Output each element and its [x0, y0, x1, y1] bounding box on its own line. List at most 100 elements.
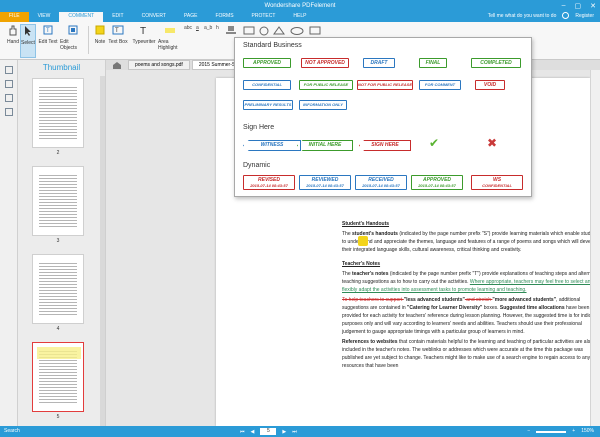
- zoom-slider[interactable]: [536, 431, 567, 433]
- bookmark-icon[interactable]: [4, 80, 13, 88]
- strikeout-tool[interactable]: abc: [184, 25, 192, 31]
- stamp-for-public-release[interactable]: FOR PUBLIC RELEASE: [299, 80, 353, 90]
- stamp-icon: [226, 26, 236, 34]
- home-icon[interactable]: [112, 61, 122, 69]
- stamp-preliminary-results[interactable]: PRELIMINARY RESULTS: [243, 100, 293, 110]
- stamp-not-approved[interactable]: NOT APPROVED: [301, 58, 349, 68]
- cross-mark-icon[interactable]: ✖: [487, 136, 497, 150]
- stamp-information-only[interactable]: INFORMATION ONLY: [299, 100, 347, 110]
- stamp-draft[interactable]: DRAFT: [363, 58, 395, 68]
- note-button[interactable]: Note: [93, 24, 107, 58]
- text-box-icon: T: [112, 25, 124, 35]
- section-standard-business: Standard Business: [243, 42, 302, 49]
- page-number-input[interactable]: 5: [260, 428, 277, 435]
- sign-sign-here[interactable]: SIGN HERE: [359, 140, 411, 151]
- section-dynamic: Dynamic: [243, 162, 271, 169]
- document-scrollbar[interactable]: [590, 70, 600, 426]
- sign-initial-here[interactable]: INITIAL HERE: [297, 140, 353, 151]
- next-page-icon[interactable]: ▶: [282, 429, 286, 435]
- search-panel-icon[interactable]: [4, 108, 13, 116]
- paragraph: To help teachers to support "less advanc…: [342, 297, 600, 335]
- stamp-dropdown: Standard Business APPROVED NOT APPROVED …: [234, 37, 532, 197]
- svg-text:T: T: [140, 26, 146, 36]
- stamp-completed[interactable]: COMPLETED: [471, 58, 521, 68]
- check-mark-icon[interactable]: ✔: [429, 136, 439, 150]
- tab-convert[interactable]: CONVERT: [133, 12, 175, 22]
- tab-forms[interactable]: FORMS: [206, 12, 242, 22]
- typewriter-icon: T: [140, 26, 146, 36]
- status-search[interactable]: Search: [4, 428, 20, 434]
- comment-list-icon[interactable]: [4, 94, 13, 102]
- highlight-icon: [165, 28, 175, 33]
- heading-students-handouts: Student's Handouts: [342, 221, 390, 227]
- area-highlight-button[interactable]: Area Highlight: [158, 24, 182, 58]
- window-title: Wondershare PDFelement: [264, 3, 336, 9]
- tab-file[interactable]: FILE: [0, 12, 29, 22]
- dynamic-stamp-received[interactable]: RECEIVED 2015-07-14 08:43:57: [355, 175, 407, 190]
- tab-page[interactable]: PAGE: [175, 12, 207, 22]
- search-icon[interactable]: [562, 12, 570, 19]
- tell-me-input[interactable]: Tell me what do you want to do: [488, 13, 557, 19]
- dynamic-stamp-ws-confidential[interactable]: WS CONFIDENTIAL: [471, 175, 523, 190]
- text-box-button[interactable]: T Text Box: [108, 24, 128, 58]
- register-link[interactable]: Register: [575, 13, 594, 19]
- paragraph: The teacher's notes (indicated by the pa…: [342, 271, 600, 293]
- highlight-tool[interactable]: h: [216, 25, 219, 31]
- prev-page-icon[interactable]: ◀: [251, 429, 255, 435]
- typewriter-button[interactable]: T Typewriter: [132, 24, 156, 58]
- page-thumbnail[interactable]: [32, 166, 84, 236]
- page-thumbnail[interactable]: [32, 254, 84, 324]
- select-tool-button[interactable]: Select: [20, 24, 36, 58]
- sticky-note-icon[interactable]: [358, 236, 368, 246]
- page-number: 5: [56, 414, 60, 420]
- shape-tools[interactable]: [242, 26, 352, 36]
- close-button[interactable]: ✕: [590, 2, 596, 10]
- last-page-icon[interactable]: ⏭: [292, 429, 297, 435]
- edit-text-button[interactable]: T Edit Text: [38, 24, 58, 58]
- zoom-out-icon[interactable]: −: [527, 428, 530, 434]
- page-number: 4: [56, 326, 60, 332]
- tab-view[interactable]: VIEW: [29, 12, 60, 22]
- tab-edit[interactable]: EDIT: [103, 12, 132, 22]
- note-icon: [95, 25, 105, 35]
- heading-teachers-notes: Teacher's Notes: [342, 261, 381, 267]
- tab-comment[interactable]: COMMENT: [59, 12, 104, 22]
- svg-text:T: T: [115, 28, 119, 34]
- tab-protect[interactable]: PROTECT: [243, 12, 285, 22]
- stamp-not-for-public-release[interactable]: NOT FOR PUBLIC RELEASE: [357, 80, 413, 90]
- squiggly-tool[interactable]: a_b: [204, 25, 212, 31]
- zoom-level: 150%: [581, 428, 594, 434]
- first-page-icon[interactable]: ⏮: [240, 429, 245, 435]
- underline-tool[interactable]: a: [196, 25, 199, 31]
- stamp-confidential[interactable]: CONFIDENTIAL: [243, 80, 291, 90]
- minimize-button[interactable]: –: [562, 2, 566, 10]
- ribbon-divider: [88, 26, 89, 54]
- stamp-for-comment[interactable]: FOR COMMENT: [419, 80, 461, 90]
- sign-witness[interactable]: WITNESS: [243, 140, 301, 151]
- stamp-approved[interactable]: APPROVED: [243, 58, 291, 68]
- edit-text-icon: T: [43, 25, 53, 35]
- stamp-void[interactable]: VOID: [475, 80, 505, 90]
- edit-objects-button[interactable]: Edit Objects: [60, 24, 86, 58]
- dynamic-stamp-approved[interactable]: APPROVED 2015-07-14 08:43:57: [411, 175, 463, 190]
- stamp-final[interactable]: FINAL: [419, 58, 447, 68]
- thumbnail-title: Thumbnail: [42, 63, 81, 72]
- left-icon-bar: [0, 60, 18, 426]
- page-number: 2: [56, 150, 60, 156]
- dynamic-stamp-reviewed[interactable]: REVIEWED 2015-07-14 08:43:57: [299, 175, 351, 190]
- document-tab[interactable]: poems and songs.pdf: [128, 60, 190, 70]
- dynamic-stamp-revised[interactable]: REVISED 2015-07-14 08:43:57: [243, 175, 295, 190]
- tab-help[interactable]: HELP: [284, 12, 315, 22]
- thumbnail-panel: Thumbnail 2 3 4 5: [18, 60, 106, 426]
- page-number: 3: [56, 238, 60, 244]
- thumbnail-scrollbar[interactable]: [100, 76, 105, 426]
- paragraph: The student's handouts (indicated by the…: [342, 231, 600, 253]
- maximize-button[interactable]: ▢: [575, 2, 582, 10]
- thumbnail-panel-icon[interactable]: [4, 66, 13, 74]
- zoom-in-icon[interactable]: +: [572, 428, 575, 434]
- edit-objects-icon: [68, 25, 78, 35]
- page-thumbnail-selected[interactable]: [32, 342, 84, 412]
- page-thumbnail[interactable]: [32, 78, 84, 148]
- section-sign-here: Sign Here: [243, 124, 275, 131]
- svg-text:T: T: [46, 28, 50, 34]
